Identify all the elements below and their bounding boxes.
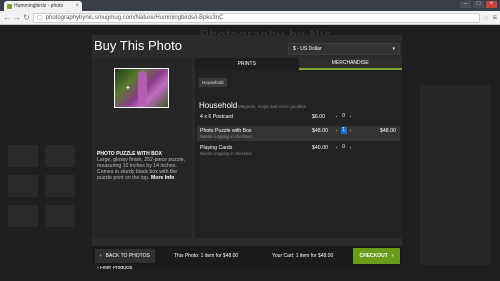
background-photo <box>420 85 490 265</box>
modal-title: Buy This Photo <box>94 38 182 53</box>
address-bar: ← → ↻ ▢ photographybynic.smugmug.com/Nat… <box>0 11 500 25</box>
chevron-left-icon: ‹ <box>100 253 102 259</box>
product-row: Playing Cards Needs cropping in checkout… <box>197 143 400 158</box>
product-row-note: Needs cropping in checkout <box>200 151 252 156</box>
tab-prints[interactable]: PRINTS <box>195 58 299 70</box>
flower-shape <box>138 71 147 105</box>
quantity-value[interactable]: 0 <box>341 113 347 120</box>
chevron-down-icon: ▾ <box>392 46 395 52</box>
favicon-icon <box>7 3 12 9</box>
menu-icon[interactable]: ≡ <box>492 13 497 22</box>
section-title: Household <box>199 101 238 110</box>
decrement-button[interactable]: ‹ <box>336 128 338 134</box>
increment-button[interactable]: › <box>350 128 352 134</box>
section-subtitle: Magnets, mugs and more goodies <box>238 104 307 109</box>
product-row-name: 4 x 6 Postcard <box>200 114 234 120</box>
browser-tabstrip: Hummingbirds - photo × – □ × <box>0 0 500 11</box>
quantity-stepper: ‹ 0 › <box>336 113 351 120</box>
decrement-button[interactable]: ‹ <box>336 145 338 151</box>
more-info-link[interactable]: More Info <box>151 175 174 181</box>
back-icon[interactable]: ← <box>3 13 11 22</box>
tab-title: Hummingbirds - photo <box>14 3 64 9</box>
product-row-price: $6.00 <box>312 114 325 120</box>
modal-footer: ‹ BACK TO PHOTOS This Photo: 1 item for … <box>92 246 402 266</box>
decrement-button[interactable]: ‹ <box>336 114 338 120</box>
url-text: photographybynic.smugmug.com/Nature/Humm… <box>45 14 224 21</box>
checkout-label: CHECKOUT <box>359 253 388 259</box>
hummingbird-photo: ✦ <box>115 69 168 107</box>
checkout-button[interactable]: CHECKOUT › <box>353 248 400 264</box>
currency-select[interactable]: $ - US Dollar ▾ <box>288 43 400 55</box>
product-row: 4 x 6 Postcard $6.00 ‹ 0 › <box>197 112 400 125</box>
product-description: Large, glossy finish, 252-piece puzzle, … <box>97 157 187 181</box>
page: Photography by Nic Buy This Photo $ - US… <box>0 25 500 281</box>
page-icon: ▢ <box>37 15 43 21</box>
tab-close-icon[interactable]: × <box>75 3 79 9</box>
product-preview-panel: ✦ PHOTO PUZZLE WITH BOX Large, glossy fi… <box>92 58 192 271</box>
quantity-value[interactable]: 0 <box>341 144 347 151</box>
category-chip-household[interactable]: Household <box>199 78 227 87</box>
this-photo-summary: This Photo: 1 item for $48.00 <box>174 253 239 259</box>
background-thumbnail <box>8 145 38 167</box>
product-preview-image: ✦ <box>114 68 169 108</box>
product-row-total: $48.00 <box>380 128 396 134</box>
background-thumbnail <box>45 145 75 167</box>
product-row-price: $40.00 <box>312 145 328 151</box>
product-row-price: $48.00 <box>312 128 328 134</box>
quantity-value[interactable]: 1 <box>340 127 347 134</box>
maximize-button[interactable]: □ <box>473 1 484 8</box>
background-thumbnail <box>45 175 75 197</box>
url-input[interactable]: ▢ photographybynic.smugmug.com/Nature/Hu… <box>33 12 481 23</box>
quantity-stepper: ‹ 0 › <box>336 144 351 151</box>
product-row: Photo Puzzle with Box Needs cropping in … <box>197 126 400 141</box>
currency-value: $ - US Dollar <box>293 46 322 52</box>
background-thumbnail <box>8 205 38 227</box>
quantity-stepper: ‹ 1 › <box>336 127 351 134</box>
minimize-button[interactable]: – <box>460 1 471 8</box>
background-thumbnail <box>8 175 38 197</box>
browser-tab[interactable]: Hummingbirds - photo × <box>4 1 82 11</box>
buy-photo-modal: Buy This Photo $ - US Dollar ▾ ✦ PHOTO P… <box>92 35 402 271</box>
increment-button[interactable]: › <box>350 145 352 151</box>
hummingbird-icon: ✦ <box>125 85 131 92</box>
back-to-photos-button[interactable]: ‹ BACK TO PHOTOS <box>95 249 155 263</box>
product-tabs: PRINTS MERCHANDISE <box>195 58 402 70</box>
close-window-button[interactable]: × <box>486 1 497 8</box>
window-controls: – □ × <box>460 1 497 8</box>
chevron-right-icon: › <box>391 253 394 259</box>
product-row-note: Needs cropping in checkout <box>200 134 252 139</box>
reload-icon[interactable]: ↻ <box>23 13 30 22</box>
cart-summary: Your Cart: 1 item for $48.00 <box>272 253 334 259</box>
background-thumbnail <box>45 205 75 227</box>
back-to-photos-label: BACK TO PHOTOS <box>105 253 150 259</box>
tab-merchandise[interactable]: MERCHANDISE <box>298 58 402 70</box>
increment-button[interactable]: › <box>350 114 352 120</box>
forward-icon[interactable]: → <box>13 13 21 22</box>
bookmark-star-icon[interactable]: ☆ <box>483 14 489 22</box>
product-list-panel: PRINTS MERCHANDISE Household Household M… <box>195 58 402 238</box>
